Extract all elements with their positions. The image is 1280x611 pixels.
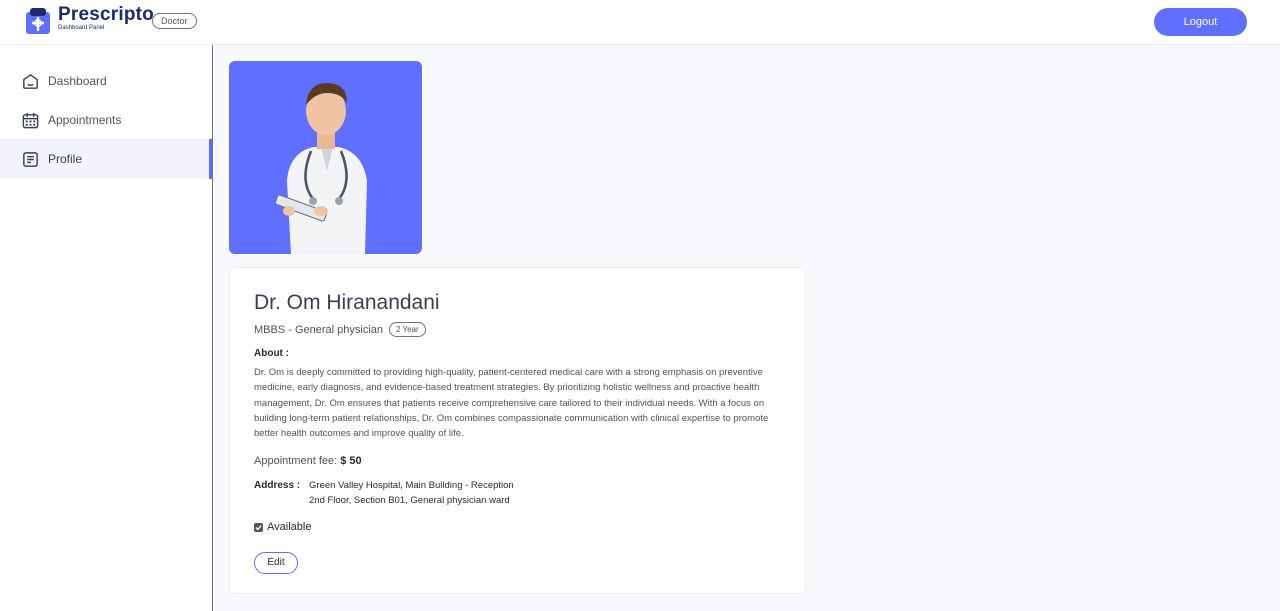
sidebar-item-dashboard[interactable]: Dashboard xyxy=(0,61,212,101)
available-checkbox[interactable] xyxy=(254,522,263,532)
appointment-fee: Appointment fee: $ 50 xyxy=(254,455,362,467)
fee-value: $ 50 xyxy=(340,455,362,467)
address-line-2: 2nd Floor, Section B01, General physicia… xyxy=(309,495,510,506)
experience-badge: 2 Year xyxy=(389,322,426,337)
doctor-portrait-image xyxy=(274,83,367,254)
profile-card: Dr. Om Hiranandani MBBS - General physic… xyxy=(229,267,806,594)
brand-name: Prescripto xyxy=(58,4,154,25)
calendar-icon xyxy=(22,112,39,128)
about-label: About : xyxy=(254,348,289,359)
address-label: Address : xyxy=(254,480,301,491)
sidebar-item-profile[interactable]: Profile xyxy=(0,139,212,179)
doctor-degree: MBBS - General physician xyxy=(254,323,383,336)
about-text: Dr. Om is deeply committed to providing … xyxy=(254,367,769,440)
doctor-photo xyxy=(229,61,422,254)
role-badge: Doctor xyxy=(152,13,197,29)
address-line-1: Green Valley Hospital, Main Building - R… xyxy=(309,480,514,491)
available-label: Available xyxy=(267,521,312,533)
logo[interactable]: Prescripto Dashboard Panel xyxy=(24,4,154,34)
home-icon xyxy=(23,73,38,89)
edit-button[interactable]: Edit xyxy=(254,552,298,574)
logout-button[interactable]: Logout xyxy=(1154,8,1247,36)
prescripto-logo-icon xyxy=(26,8,50,34)
top-navbar: Prescripto Dashboard Panel Doctor Logout xyxy=(0,0,1280,45)
sidebar-item-label: Profile xyxy=(48,152,83,166)
sidebar-item-appointments[interactable]: Appointments xyxy=(0,100,212,140)
profile-icon xyxy=(23,151,38,167)
doctor-name: Dr. Om Hiranandani xyxy=(254,291,440,314)
main-content: Dr. Om Hiranandani MBBS - General physic… xyxy=(213,45,1280,611)
sidebar-item-label: Appointments xyxy=(48,113,122,127)
sidebar-item-label: Dashboard xyxy=(48,74,107,88)
available-checkbox-row[interactable]: Available xyxy=(254,521,311,533)
sidebar: Dashboard Appointments Profile xyxy=(0,45,213,611)
degree-row: MBBS - General physician 2 Year xyxy=(254,322,426,337)
check-icon xyxy=(255,524,262,530)
address-block: Green Valley Hospital, Main Building - R… xyxy=(309,478,514,508)
brand-subtitle: Dashboard Panel xyxy=(58,25,105,31)
fee-label: Appointment fee: xyxy=(254,455,338,467)
